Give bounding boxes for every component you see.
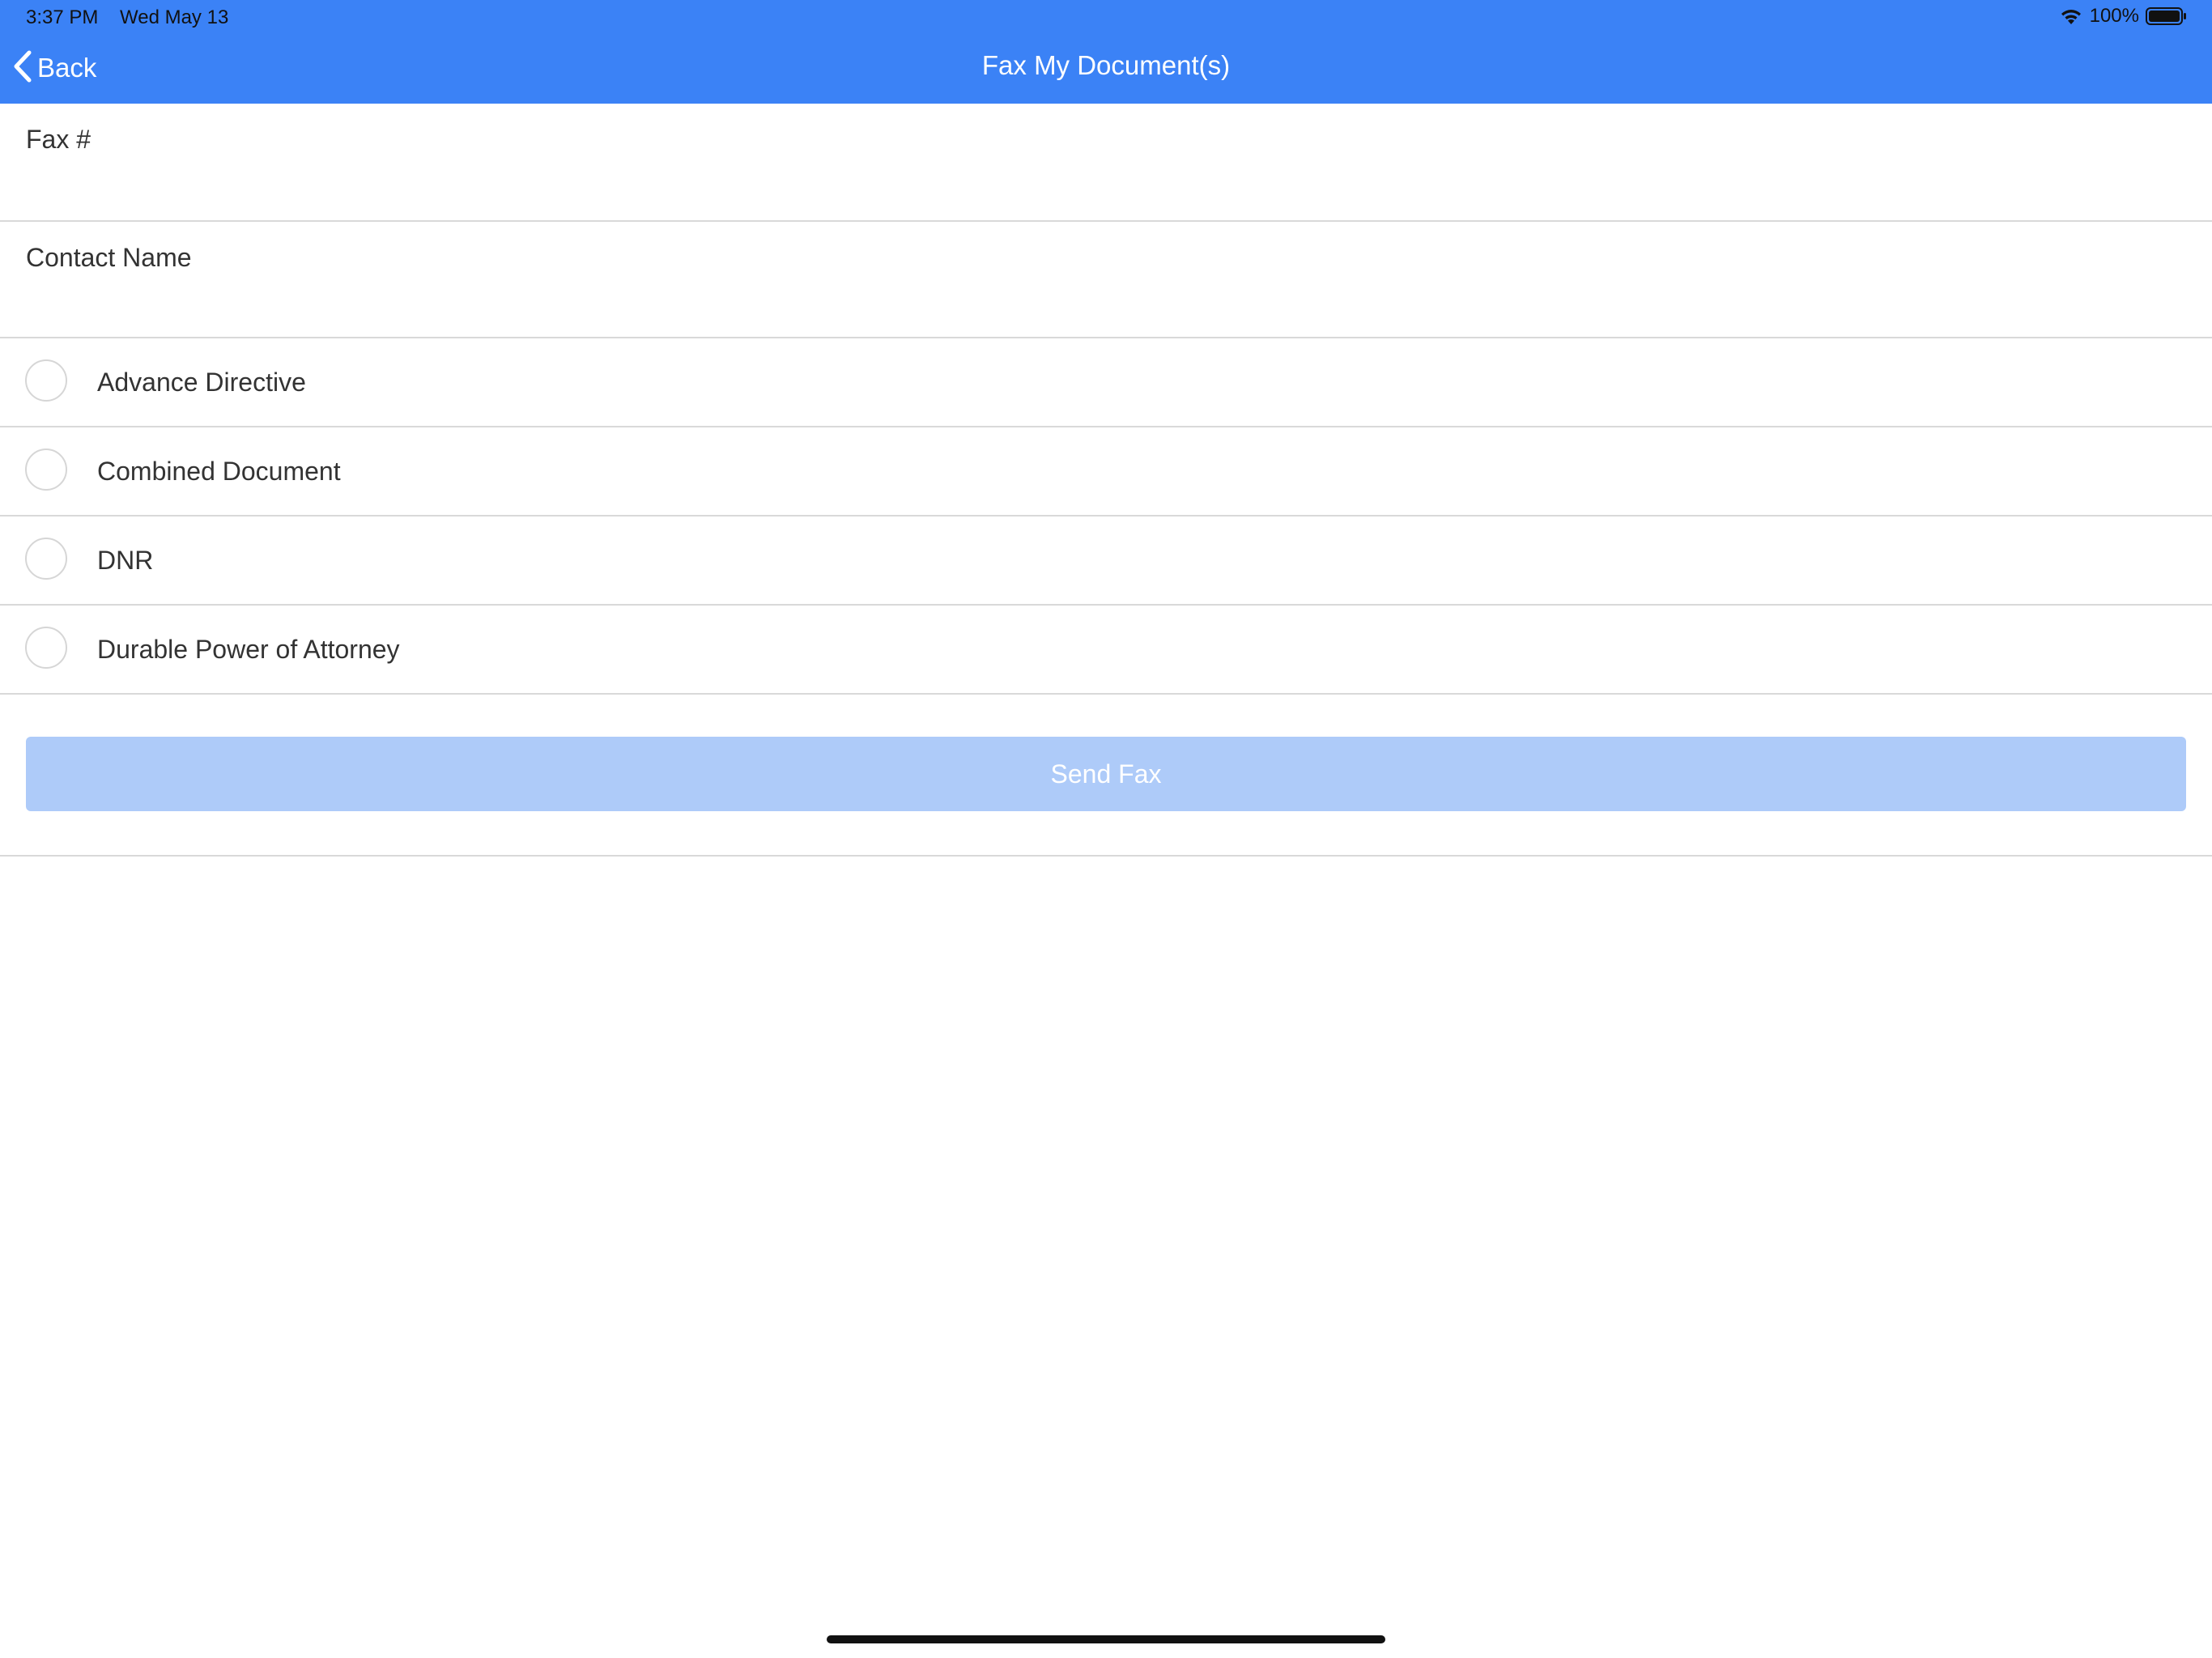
radio-button[interactable] bbox=[25, 359, 67, 402]
fax-documents-screen: 3:37 PM Wed May 13 100% Back Fax My Docu… bbox=[0, 0, 2212, 1658]
battery-percentage: 100% bbox=[2089, 5, 2139, 27]
send-section: Send Fax bbox=[0, 695, 2212, 857]
option-durable-power-of-attorney[interactable]: Durable Power of Attorney bbox=[0, 606, 2212, 695]
option-label: Combined Document bbox=[97, 457, 341, 486]
home-indicator[interactable] bbox=[827, 1635, 1385, 1643]
option-advance-directive[interactable]: Advance Directive bbox=[0, 338, 2212, 427]
option-label: DNR bbox=[97, 546, 154, 575]
option-label: Advance Directive bbox=[97, 368, 306, 397]
option-label: Durable Power of Attorney bbox=[97, 635, 400, 664]
contact-name-row: Contact Name bbox=[0, 222, 2212, 338]
radio-button[interactable] bbox=[25, 538, 67, 580]
contact-name-label: Contact Name bbox=[26, 243, 192, 272]
option-dnr[interactable]: DNR bbox=[0, 517, 2212, 606]
wifi-icon bbox=[2059, 6, 2083, 26]
contact-name-input[interactable] bbox=[26, 283, 2186, 330]
header-bar: 3:37 PM Wed May 13 100% Back Fax My Docu… bbox=[0, 0, 2212, 104]
radio-button[interactable] bbox=[25, 627, 67, 669]
fax-number-row: Fax # bbox=[0, 104, 2212, 222]
status-indicators: 100% bbox=[2059, 5, 2188, 28]
fax-number-label: Fax # bbox=[26, 125, 91, 154]
option-combined-document[interactable]: Combined Document bbox=[0, 427, 2212, 517]
status-time: 3:37 PM bbox=[26, 6, 99, 28]
page-title: Fax My Document(s) bbox=[981, 50, 1231, 80]
radio-button[interactable] bbox=[25, 449, 67, 491]
send-fax-button[interactable]: Send Fax bbox=[26, 737, 2186, 811]
status-date: Wed May 13 bbox=[120, 6, 229, 28]
fax-number-input[interactable] bbox=[26, 165, 2186, 212]
battery-icon bbox=[2146, 6, 2188, 26]
